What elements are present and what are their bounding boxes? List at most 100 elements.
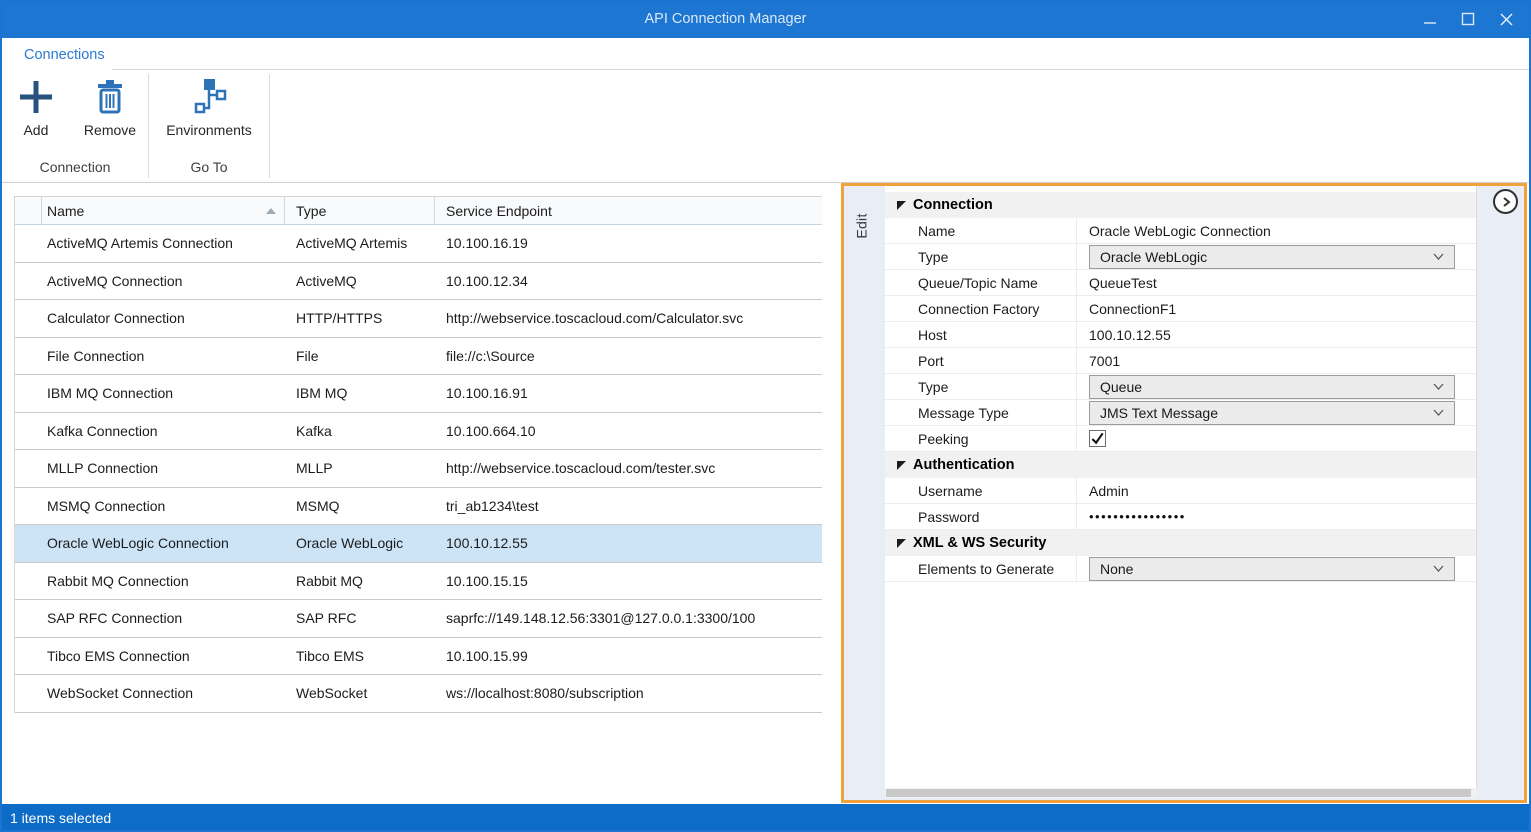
cell-name: MSMQ Connection — [42, 498, 285, 514]
row-selector-header[interactable] — [15, 197, 42, 224]
cell-name: Rabbit MQ Connection — [42, 573, 285, 589]
environments-button-label: Environments — [166, 122, 252, 138]
property-label: Port — [885, 348, 1077, 373]
cell-name: WebSocket Connection — [42, 685, 285, 701]
minimize-button[interactable] — [1411, 4, 1449, 34]
property-row: Elements to Generate None — [885, 556, 1476, 582]
maximize-button[interactable] — [1449, 4, 1487, 34]
checkmark-icon — [1090, 431, 1105, 446]
property-label: Connection Factory — [885, 296, 1077, 321]
cell-name: Tibco EMS Connection — [42, 648, 285, 664]
table-row-selected[interactable]: Oracle WebLogic Connection Oracle WebLog… — [15, 525, 822, 563]
queue-topic-name-field[interactable]: QueueTest — [1089, 275, 1157, 291]
window-controls — [1411, 0, 1525, 38]
cell-type: MLLP — [285, 460, 435, 476]
property-row: Message Type JMS Text Message — [885, 400, 1476, 426]
table-row[interactable]: WebSocket Connection WebSocket ws://loca… — [15, 675, 822, 713]
panel-collapse-button[interactable] — [1493, 189, 1518, 214]
property-label: Type — [885, 244, 1077, 269]
property-grid: Connection Name Oracle WebLogic Connecti… — [885, 186, 1477, 789]
type-dropdown[interactable]: Oracle WebLogic — [1089, 245, 1455, 269]
cell-endpoint: 10.100.16.19 — [435, 235, 822, 251]
plus-icon — [18, 78, 54, 120]
ribbon-group-connection-caption: Connection — [40, 159, 111, 175]
elements-to-generate-dropdown[interactable]: None — [1089, 557, 1455, 581]
property-group-xml-ws-security[interactable]: XML & WS Security — [885, 530, 1476, 556]
property-row: Port 7001 — [885, 348, 1476, 374]
titlebar: API Connection Manager — [0, 0, 1531, 38]
chevron-down-icon — [1433, 253, 1444, 261]
column-header-type[interactable]: Type — [285, 197, 435, 224]
table-row[interactable]: File Connection File file://c:\Source — [15, 338, 822, 376]
main-area: Name Type Service Endpoint ActiveMQ Arte… — [2, 183, 1529, 804]
cell-type: SAP RFC — [285, 610, 435, 626]
table-row[interactable]: Kafka Connection Kafka 10.100.664.10 — [15, 413, 822, 451]
environments-icon — [191, 78, 227, 120]
property-row: Password •••••••••••••••• — [885, 504, 1476, 530]
table-row[interactable]: ActiveMQ Artemis Connection ActiveMQ Art… — [15, 225, 822, 263]
ribbon-group-separator — [269, 74, 270, 178]
connections-table: Name Type Service Endpoint ActiveMQ Arte… — [14, 196, 822, 713]
queue-type-dropdown[interactable]: Queue — [1089, 375, 1455, 399]
cell-type: ActiveMQ Artemis — [285, 235, 435, 251]
cell-endpoint: 10.100.16.91 — [435, 385, 822, 401]
table-row[interactable]: SAP RFC Connection SAP RFC saprfc://149.… — [15, 600, 822, 638]
table-row[interactable]: MSMQ Connection MSMQ tri_ab1234\test — [15, 488, 822, 526]
property-label: Username — [885, 478, 1077, 503]
close-button[interactable] — [1487, 4, 1525, 34]
peeking-checkbox[interactable] — [1089, 430, 1106, 447]
cell-type: Oracle WebLogic — [285, 535, 435, 551]
cell-type: Kafka — [285, 423, 435, 439]
table-row[interactable]: Rabbit MQ Connection Rabbit MQ 10.100.15… — [15, 563, 822, 601]
chevron-down-icon — [1433, 383, 1444, 391]
table-row[interactable]: Calculator Connection HTTP/HTTPS http://… — [15, 300, 822, 338]
property-group-title: Connection — [913, 197, 993, 213]
table-row[interactable]: MLLP Connection MLLP http://webservice.t… — [15, 450, 822, 488]
property-group-connection[interactable]: Connection — [885, 192, 1476, 218]
add-button[interactable]: Add — [14, 78, 58, 159]
cell-endpoint: 10.100.664.10 — [435, 423, 822, 439]
remove-button[interactable]: Remove — [84, 78, 136, 159]
property-label: Host — [885, 322, 1077, 347]
expander-icon — [897, 539, 906, 548]
cell-name: SAP RFC Connection — [42, 610, 285, 626]
cell-name: ActiveMQ Artemis Connection — [42, 235, 285, 251]
port-field[interactable]: 7001 — [1089, 353, 1120, 369]
scrollbar-thumb[interactable] — [886, 789, 1471, 797]
edit-panel-tab[interactable]: Edit — [848, 204, 876, 248]
table-row[interactable]: IBM MQ Connection IBM MQ 10.100.16.91 — [15, 375, 822, 413]
window-title: API Connection Manager — [0, 0, 1451, 38]
cell-endpoint: saprfc://149.148.12.56:3301@127.0.0.1:33… — [435, 610, 822, 626]
cell-endpoint: tri_ab1234\test — [435, 498, 822, 514]
ribbon-tab-row: Connections — [2, 38, 1529, 70]
username-field[interactable]: Admin — [1089, 483, 1129, 499]
chevron-right-icon — [1500, 196, 1512, 208]
edit-panel: Edit Connection Name Oracle WebLogic Con… — [841, 183, 1527, 803]
environments-button[interactable]: Environments — [166, 78, 252, 159]
column-header-service-endpoint[interactable]: Service Endpoint — [435, 197, 822, 224]
property-label: Password — [885, 504, 1077, 529]
sort-ascending-icon — [266, 208, 276, 214]
password-field[interactable]: •••••••••••••••• — [1089, 509, 1186, 524]
table-row[interactable]: ActiveMQ Connection ActiveMQ 10.100.12.3… — [15, 263, 822, 301]
cell-type: WebSocket — [285, 685, 435, 701]
property-row: Type Oracle WebLogic — [885, 244, 1476, 270]
name-field[interactable]: Oracle WebLogic Connection — [1089, 223, 1271, 239]
expander-icon — [897, 461, 906, 470]
property-group-authentication[interactable]: Authentication — [885, 452, 1476, 478]
connection-factory-field[interactable]: ConnectionF1 — [1089, 301, 1176, 317]
host-field[interactable]: 100.10.12.55 — [1089, 327, 1171, 343]
maximize-icon — [1461, 12, 1475, 26]
property-label: Peeking — [885, 426, 1077, 451]
cell-endpoint: 100.10.12.55 — [435, 535, 822, 551]
column-header-name[interactable]: Name — [42, 197, 285, 224]
message-type-dropdown[interactable]: JMS Text Message — [1089, 401, 1455, 425]
property-row: Username Admin — [885, 478, 1476, 504]
tab-connections[interactable]: Connections — [18, 38, 111, 70]
table-row[interactable]: Tibco EMS Connection Tibco EMS 10.100.15… — [15, 638, 822, 676]
horizontal-scrollbar[interactable] — [885, 788, 1477, 798]
ribbon-group-goto: Environments Go To — [149, 70, 269, 182]
cell-endpoint: ws://localhost:8080/subscription — [435, 685, 822, 701]
cell-name: MLLP Connection — [42, 460, 285, 476]
cell-endpoint: 10.100.15.15 — [435, 573, 822, 589]
